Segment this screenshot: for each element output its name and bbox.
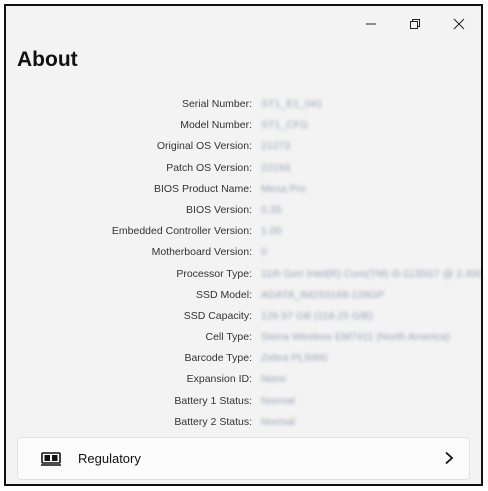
chevron-right-icon [445, 451, 454, 465]
info-row-patch-os-version: Patch OS Version: 22193 [6, 158, 481, 179]
info-row-cell-type: Cell Type: Sierra Wireless EM7411 (North… [6, 327, 481, 348]
about-window: About Serial Number: ST1_E1_041 Model Nu… [4, 4, 483, 486]
info-row-ssd-model: SSD Model: ADATA_IM2S3168-128GP [6, 285, 481, 306]
device-info-list: Serial Number: ST1_E1_041 Model Number: … [6, 94, 481, 433]
info-row-barcode-type: Barcode Type: Zebra PL5000 [6, 348, 481, 369]
info-value: 11th Gen Intel(R) Core(TM) i5-1135G7 @ 2… [261, 267, 483, 280]
close-button[interactable] [437, 6, 481, 42]
info-value: ADATA_IM2S3168-128GP [261, 288, 385, 301]
info-row-motherboard-version: Motherboard Version: 0 [6, 242, 481, 263]
info-row-expansion-id: Expansion ID: None [6, 369, 481, 390]
info-row-battery-1-status: Battery 1 Status: Normal [6, 391, 481, 412]
info-value: Normal [261, 415, 295, 428]
info-label: Serial Number: [181, 98, 252, 110]
info-label: Model Number: [180, 119, 252, 132]
info-value: Zebra PL5000 [261, 352, 328, 365]
info-label: Expansion ID: [186, 373, 252, 386]
info-label: Motherboard Version: [151, 246, 252, 259]
info-value: ST1_E1_041 [261, 98, 323, 110]
book-icon [41, 452, 61, 466]
info-value: Mesa Pro [261, 182, 306, 195]
info-label: BIOS Product Name: [153, 182, 252, 195]
info-row-ssd-capacity: SSD Capacity: 126.97 GB (118.25 GiB) [6, 306, 481, 327]
info-label: Processor Type: [176, 267, 252, 280]
info-value: 22193 [261, 161, 291, 174]
info-row-model-number: Model Number: ST1_CFG [6, 115, 481, 136]
info-value: 21273 [261, 140, 291, 153]
info-label: Embedded Controller Version: [111, 225, 252, 238]
info-label: BIOS Version: [186, 203, 252, 216]
maximize-icon [410, 19, 420, 29]
info-value: 0.35 [261, 203, 282, 216]
minimize-icon [366, 23, 376, 25]
title-bar [349, 6, 481, 42]
info-label: Original OS Version: [156, 140, 252, 153]
minimize-button[interactable] [349, 6, 393, 42]
info-label: SSD Model: [195, 288, 252, 301]
close-icon [453, 18, 465, 30]
info-label: SSD Capacity: [183, 309, 252, 322]
info-value: ST1_CFG [261, 119, 309, 132]
info-row-embedded-controller-version: Embedded Controller Version: 1.00 [6, 221, 481, 242]
info-value: 1.00 [261, 225, 282, 238]
info-value: None [261, 373, 287, 386]
info-label: Battery 1 Status: [174, 394, 252, 407]
info-label: Battery 2 Status: [174, 415, 252, 428]
info-label: Barcode Type: [184, 352, 252, 365]
info-row-processor-type: Processor Type: 11th Gen Intel(R) Core(T… [6, 264, 481, 285]
maximize-button[interactable] [393, 6, 437, 42]
info-row-serial-number: Serial Number: ST1_E1_041 [6, 94, 481, 115]
info-label: Cell Type: [205, 331, 253, 344]
info-value: Normal [261, 394, 295, 407]
info-value: Sierra Wireless EM7411 (North America) [261, 331, 450, 344]
info-row-original-os-version: Original OS Version: 21273 [6, 136, 481, 157]
info-value: 0 [261, 246, 267, 259]
page-title: About [17, 48, 78, 71]
regulatory-label: Regulatory [78, 451, 141, 466]
info-value: 126.97 GB (118.25 GiB) [261, 309, 373, 322]
info-row-bios-version: BIOS Version: 0.35 [6, 200, 481, 221]
regulatory-button[interactable]: Regulatory [17, 437, 470, 480]
info-row-battery-2-status: Battery 2 Status: Normal [6, 412, 481, 433]
info-label: Patch OS Version: [166, 161, 252, 174]
info-row-bios-product-name: BIOS Product Name: Mesa Pro [6, 179, 481, 200]
